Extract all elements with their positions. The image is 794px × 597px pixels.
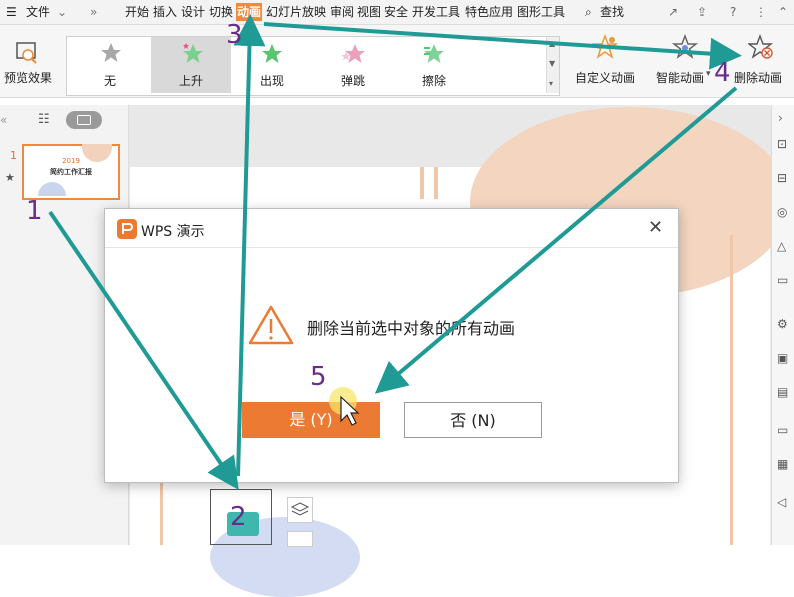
effect-rise-label: 上升 <box>178 74 203 88</box>
sidebar-tool-icon[interactable]: ⊟ <box>777 171 787 185</box>
effect-wipe[interactable]: 擦除 <box>394 37 474 93</box>
sidebar-tool-icon[interactable]: ▤ <box>777 385 788 399</box>
step-label-2: 2 <box>230 502 247 532</box>
chevron-down-icon[interactable]: ⌄ <box>57 3 67 21</box>
more-options-icon[interactable]: ⋮ <box>755 3 767 21</box>
sidebar-tool-icon[interactable]: ▭ <box>777 423 788 437</box>
tab-design[interactable]: 设计 <box>181 3 205 21</box>
wps-logo-icon <box>117 219 137 239</box>
sidebar-collapse-icon[interactable]: › <box>778 111 783 125</box>
sidebar-tool-icon[interactable]: ⚙ <box>777 317 788 331</box>
scroll-down-icon[interactable]: ▼ <box>549 59 555 68</box>
tab-features[interactable]: 特色应用 <box>465 3 513 21</box>
expand-gallery-icon[interactable]: ▾ <box>549 79 553 88</box>
step-label-5: 5 <box>310 362 327 392</box>
step-label-1: 1 <box>26 196 43 226</box>
effect-bounce[interactable]: 弹跳 <box>313 37 393 93</box>
tab-home[interactable]: 开始 <box>125 3 149 21</box>
delete-animation-button[interactable]: 删除动画 <box>728 30 790 90</box>
smart-animation-button[interactable]: 智能动画 ▾ <box>650 30 716 90</box>
slide-view-icon <box>77 115 91 125</box>
slide-decoration <box>160 479 163 545</box>
dropdown-arrow-icon[interactable]: ▾ <box>706 69 711 79</box>
right-sidebar: › ⊡ ⊟ ◎ △ ▭ ⚙ ▣ ▤ ▭ ▦ ◁ <box>771 105 794 545</box>
slide-decoration <box>420 167 424 199</box>
sidebar-tool-icon[interactable]: ◎ <box>777 205 787 219</box>
sidebar-tool-icon[interactable]: ▦ <box>777 457 788 471</box>
step-label-4: 4 <box>714 58 731 88</box>
smart-animation-icon <box>672 34 698 59</box>
custom-animation-label: 自定义动画 <box>575 71 636 85</box>
confirm-dialog: WPS 演示 ✕ 删除当前选中对象的所有动画 是 (Y) 否 (N) <box>104 208 679 483</box>
delete-animation-icon <box>748 34 774 59</box>
sidebar-tool-icon[interactable]: ◁ <box>777 495 786 509</box>
effect-bounce-label: 弹跳 <box>340 74 365 88</box>
tab-view[interactable]: 视图 <box>357 3 381 21</box>
dialog-divider <box>105 247 678 248</box>
close-icon[interactable]: ✕ <box>648 217 663 238</box>
dialog-message: 删除当前选中对象的所有动画 <box>307 319 516 338</box>
custom-animation-icon <box>592 34 618 59</box>
tab-drawing-tools[interactable]: 图形工具 <box>517 3 565 21</box>
file-menu[interactable]: 文件 <box>26 3 50 21</box>
tab-insert[interactable]: 插入 <box>153 3 177 21</box>
effect-appear-label: 出现 <box>259 74 284 88</box>
preview-effect-label: 预览效果 <box>4 71 53 85</box>
effect-rise[interactable]: 上升 <box>151 37 231 93</box>
search-icon[interactable]: ⌕ <box>585 3 592 21</box>
delete-animation-label: 删除动画 <box>734 71 783 85</box>
collapse-panel-icon[interactable]: « <box>0 113 7 127</box>
menu-bar: ☰ 文件 ⌄ » 开始 插入 设计 切换 动画 幻灯片放映 审阅 视图 安全 开… <box>0 0 794 25</box>
star-wipe-icon <box>424 44 444 63</box>
tab-developer[interactable]: 开发工具 <box>412 3 460 21</box>
search-button[interactable]: 查找 <box>600 3 624 21</box>
step-label-3: 3 <box>226 20 243 50</box>
gallery-scrollbar[interactable]: ▲ ▼ ▾ <box>546 37 559 93</box>
animation-star-icon: ★ <box>5 171 15 184</box>
animation-effect-gallery: 无 上升 出现 弹跳 擦除 ▲ ▼ ▾ <box>66 36 560 96</box>
preview-effect-button[interactable] <box>14 41 40 68</box>
upload-icon[interactable]: ⇪ <box>697 3 707 21</box>
tab-review[interactable]: 审阅 <box>330 3 354 21</box>
star-bounce-icon <box>341 44 365 63</box>
slide-decoration <box>434 167 438 199</box>
dialog-title: WPS 演示 <box>141 224 205 240</box>
collapse-icon[interactable]: ⌃ <box>778 3 788 21</box>
star-green-icon <box>262 44 282 63</box>
share-icon[interactable]: ↗ <box>668 3 678 21</box>
warning-icon <box>248 305 294 345</box>
hamburger-icon[interactable]: ☰ <box>6 3 17 21</box>
help-icon[interactable]: ? <box>730 3 736 21</box>
yes-button[interactable]: 是 (Y) <box>242 402 380 438</box>
sidebar-tool-icon[interactable]: ▭ <box>777 273 788 287</box>
preview-icon <box>16 42 37 64</box>
effect-wipe-label: 擦除 <box>421 74 446 88</box>
sidebar-tool-icon[interactable]: ▣ <box>777 351 788 365</box>
slide-view-toggle[interactable] <box>66 111 102 129</box>
layers-icon[interactable] <box>287 497 313 523</box>
tab-animation[interactable]: 动画 <box>236 3 263 21</box>
effect-appear[interactable]: 出现 <box>232 37 312 93</box>
tab-security[interactable]: 安全 <box>384 3 408 21</box>
sidebar-tool-icon[interactable]: ⊡ <box>777 137 787 151</box>
smart-animation-label: 智能动画 <box>656 71 705 85</box>
star-green-rise-icon <box>183 43 203 63</box>
more-icon[interactable]: » <box>90 3 97 21</box>
effect-none-label: 无 <box>103 74 116 88</box>
slide-decoration <box>730 235 733 545</box>
outline-view-icon[interactable]: ☷ <box>38 112 50 127</box>
slide-number: 1 <box>10 149 17 162</box>
effect-none[interactable]: 无 <box>70 37 150 93</box>
tab-slideshow[interactable]: 幻灯片放映 <box>266 3 326 21</box>
slide-thumbnail[interactable]: 2019 简约工作汇报 <box>22 144 120 200</box>
scroll-up-icon[interactable]: ▲ <box>549 39 555 48</box>
star-gray-icon <box>101 43 121 62</box>
sidebar-tool-icon[interactable]: △ <box>777 239 786 253</box>
custom-animation-button[interactable]: 自定义动画 <box>566 30 644 90</box>
no-button[interactable]: 否 (N) <box>404 402 542 438</box>
thumb-title: 简约工作汇报 <box>50 168 92 176</box>
thumb-year: 2019 <box>62 157 80 165</box>
tab-transition[interactable]: 切换 <box>209 3 233 21</box>
thumb-decoration <box>38 182 66 196</box>
